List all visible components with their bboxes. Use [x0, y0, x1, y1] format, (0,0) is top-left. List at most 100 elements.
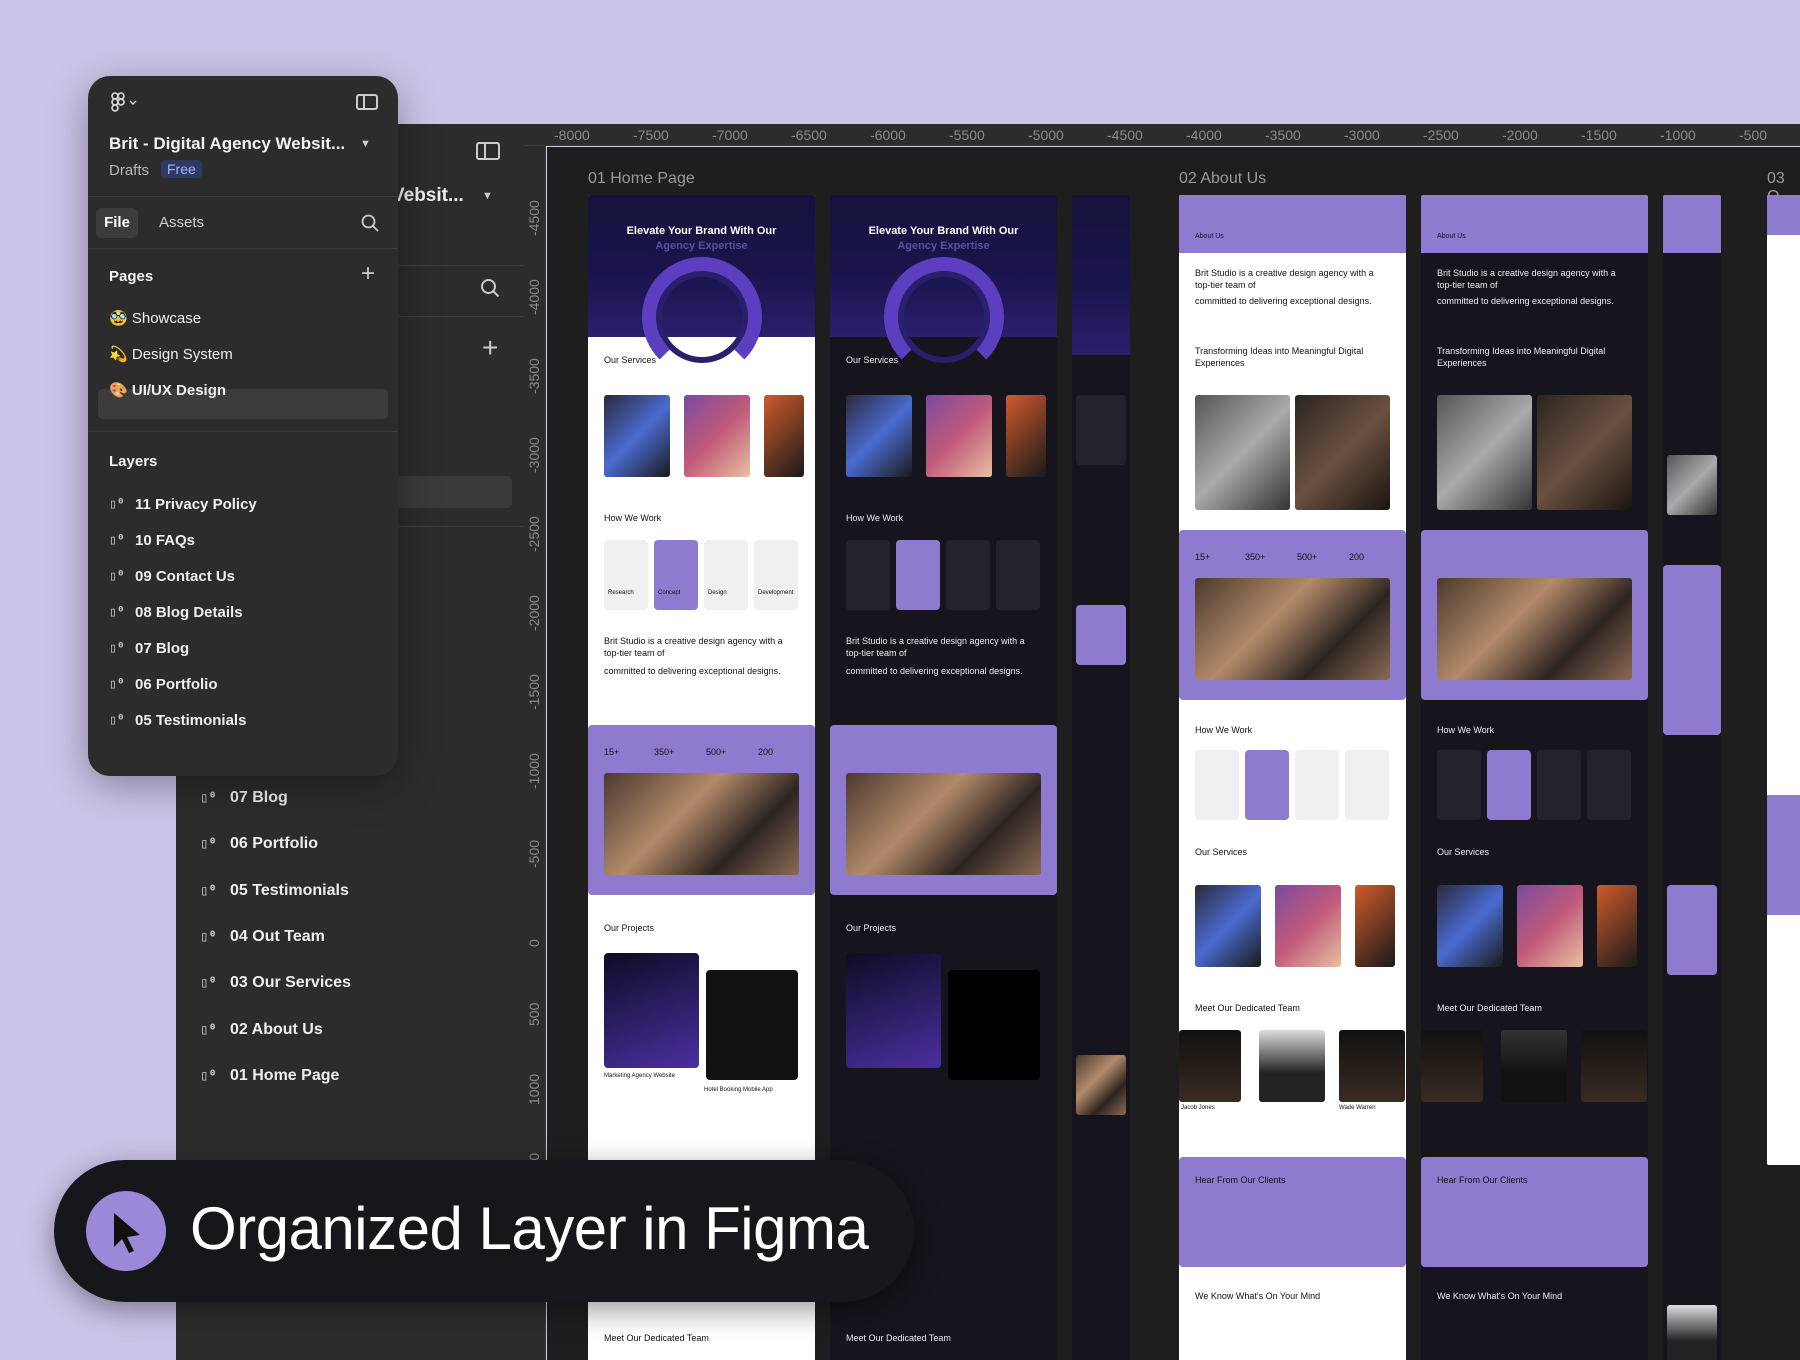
mobile-stats [1663, 565, 1721, 735]
ruler-tick-label: -1500 [1581, 127, 1617, 143]
file-title[interactable]: Brit - Digital Agency Websit... [109, 134, 345, 154]
about-intro-2: committed to delivering exceptional desi… [1437, 296, 1614, 306]
layer-item[interactable]: ▯⁰ 01 Home Page [200, 1053, 351, 1099]
step-card [946, 540, 990, 610]
layer-label: 02 About Us [230, 1020, 323, 1038]
hero-graphic [641, 257, 762, 377]
faq-heading: We Know What's On Your Mind [1437, 1291, 1563, 1301]
layer-item[interactable]: ▯⁰ 05 Testimonials [200, 868, 351, 914]
drafts-label[interactable]: Drafts [109, 162, 149, 179]
tab-file[interactable]: File [96, 208, 138, 238]
mobile-card [1076, 395, 1126, 465]
layer-item[interactable]: ▯⁰ 07 Blog [200, 775, 351, 821]
pages-heading: Pages [109, 268, 154, 285]
layer-item[interactable]: ▯⁰ 05 Testimonials [109, 712, 246, 729]
layer-item[interactable]: ▯⁰ 11 Privacy Policy [109, 496, 257, 513]
about-frame-dark[interactable]: About Us Brit Studio is a creative desig… [1421, 195, 1648, 1360]
third-header [1767, 195, 1800, 235]
services-heading: Our Services [604, 355, 657, 365]
step-card [1537, 750, 1581, 820]
page-label: UI/UX Design [131, 382, 227, 399]
search-icon[interactable] [361, 214, 379, 232]
background-file-title[interactable]: Vebsit... [392, 185, 464, 207]
layer-item[interactable]: ▯⁰ 09 Contact Us [109, 568, 235, 585]
project-caption: Hotel Booking Mobile App [704, 1087, 773, 1093]
about-image [1195, 395, 1290, 510]
about-header: About Us [1421, 195, 1648, 253]
about-intro: Brit Studio is a creative design agency … [1437, 268, 1616, 290]
layer-item[interactable]: ▯⁰ 07 Blog [109, 640, 189, 657]
team-member-photo [1259, 1030, 1325, 1102]
about-header: About Us [1179, 195, 1406, 253]
about-frame-mobile[interactable] [1663, 195, 1721, 1360]
layer-item[interactable]: ▯⁰ 02 About Us [200, 1006, 351, 1052]
about-intro: Brit Studio is a creative design agency … [1195, 268, 1374, 290]
layer-label: 09 Contact Us [135, 568, 236, 585]
testimonials-block: Hear From Our Clients [1179, 1157, 1406, 1267]
page-item-showcase[interactable]: 🥸 Showcase [109, 309, 201, 327]
service-image [846, 395, 912, 477]
add-page-icon[interactable]: + [361, 262, 375, 286]
hero-subtitle: Agency Expertise [655, 240, 748, 252]
sidebar-toggle-icon[interactable] [356, 94, 378, 110]
step-card: Development [754, 540, 798, 610]
chevron-down-icon[interactable]: ▼ [360, 138, 371, 150]
project-caption: Marketing Agency Website [604, 1073, 675, 1079]
add-page-icon[interactable]: + [482, 334, 498, 362]
intro-text-2: committed to delivering exceptional desi… [604, 666, 781, 676]
third-frame[interactable] [1767, 195, 1800, 1165]
team-heading: Meet Our Dedicated Team [1195, 1003, 1300, 1013]
layer-item[interactable]: ▯⁰ 10 FAQs [109, 532, 195, 549]
layer-item[interactable]: ▯⁰ 04 Out Team [200, 914, 351, 960]
how-we-work-heading: How We Work [1437, 725, 1495, 735]
section-label-home[interactable]: 01 Home Page [588, 170, 695, 188]
about-frame-light[interactable]: About Us Brit Studio is a creative desig… [1179, 195, 1406, 1360]
hero-graphic [883, 257, 1004, 377]
ruler-tick-label: -6500 [791, 127, 827, 143]
layer-item[interactable]: ▯⁰ 08 Blog Details [109, 604, 243, 621]
projects-heading: Our Projects [846, 923, 897, 933]
service-image [1195, 885, 1261, 967]
ruler-tick-label: -4500 [526, 200, 542, 236]
plan-badge: Free [161, 160, 202, 178]
figma-logo-icon[interactable] [110, 92, 140, 114]
team-member-photo [1179, 1030, 1241, 1102]
project-card [604, 953, 699, 1068]
intro-text: Brit Studio is a creative design agency … [846, 636, 1025, 658]
hero-subtitle: Agency Expertise [897, 240, 990, 252]
tab-assets[interactable]: Assets [159, 214, 204, 231]
mobile-photo [1667, 1305, 1717, 1360]
figma-layers-panel: Brit - Digital Agency Websit... ▼ Drafts… [88, 76, 398, 776]
search-icon[interactable] [480, 278, 500, 298]
sidebar-toggle-icon[interactable] [476, 142, 500, 160]
about-image [1437, 395, 1532, 510]
third-block [1767, 795, 1800, 915]
ruler-tick-label: -500 [526, 839, 542, 868]
frame-icon: ▯⁰ [109, 605, 125, 620]
step-card-active [1245, 750, 1289, 820]
page-item-design-system[interactable]: 💫 Design System [109, 345, 233, 363]
page-item-ui-ux-design[interactable]: 🎨 UI/UX Design [109, 381, 226, 399]
team-member-name: Jacob Jones [1181, 1105, 1215, 1111]
chevron-down-icon[interactable]: ▼ [482, 190, 493, 202]
frame-icon: ▯⁰ [109, 641, 125, 656]
layer-label: 06 Portfolio [230, 835, 319, 853]
layer-item[interactable]: ▯⁰ 06 Portfolio [200, 821, 351, 867]
page-emoji-icon: 🥸 [109, 310, 128, 327]
ruler-tick-label: -4500 [1107, 127, 1143, 143]
caption-text: Organized Layer in Figma [190, 1195, 869, 1262]
stats-block [1421, 530, 1648, 700]
stats-block: 15+ 350+ 500+ 200 [1179, 530, 1406, 700]
ruler-tick-label: -6000 [870, 127, 906, 143]
layer-item[interactable]: ▯⁰ 06 Portfolio [109, 676, 218, 693]
ruler-tick-label: -3500 [1265, 127, 1301, 143]
section-label-about[interactable]: 02 About Us [1179, 170, 1266, 188]
divider [88, 248, 398, 249]
ruler-tick-label: -7500 [633, 127, 669, 143]
home-frame-mobile[interactable] [1072, 195, 1130, 1360]
mobile-photo [1076, 1055, 1126, 1115]
frame-icon: ▯⁰ [200, 975, 217, 992]
service-image [1355, 885, 1395, 967]
team-photo [604, 773, 799, 875]
layer-item[interactable]: ▯⁰ 03 Our Services [200, 960, 351, 1006]
